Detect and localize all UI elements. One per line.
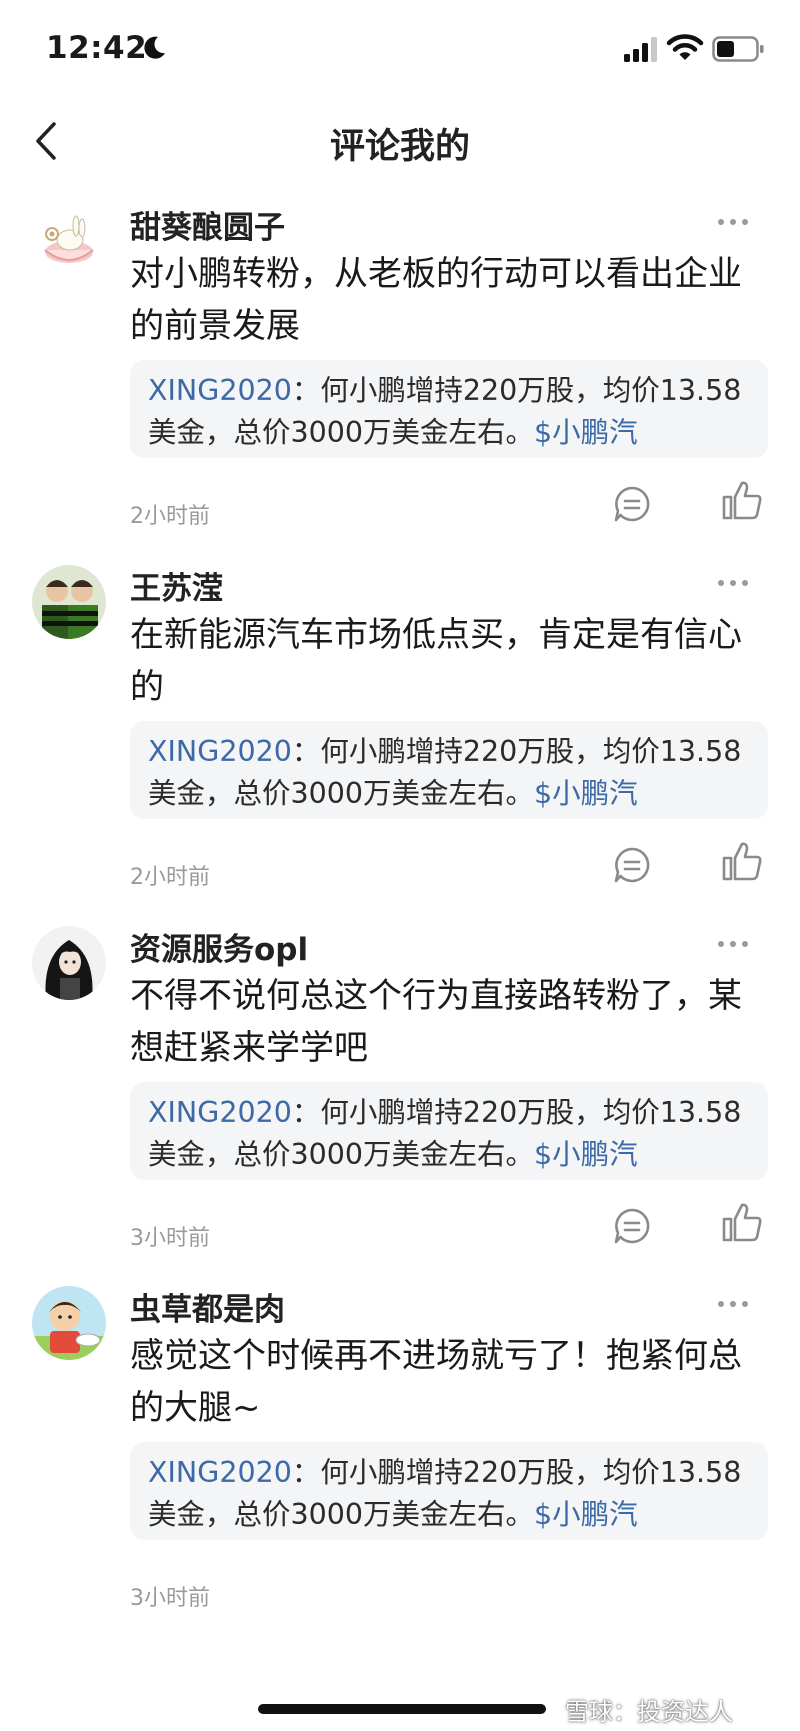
- home-indicator[interactable]: [258, 1704, 546, 1714]
- reply-icon[interactable]: [612, 1206, 652, 1246]
- stock-link[interactable]: $小鹏汽: [534, 1138, 638, 1171]
- more-options-icon[interactable]: [718, 210, 758, 225]
- comment-text: 感觉这个时候再不进场就亏了！抱紧何总的大腿~: [130, 1336, 742, 1428]
- quoted-post[interactable]: XING2020：何小鹏增持220万股，均价13.58美金，总价3000万美金左…: [130, 1442, 768, 1540]
- timestamp: 2小时前: [130, 865, 210, 890]
- comment-item: 王苏滢 在新能源汽车市场低点买，肯定是有信心的 XING2020：何小鹏增持22…: [0, 549, 800, 947]
- comment-item: 虫草都是肉 感觉这个时候再不进场就亏了！抱紧何总的大腿~ XING2020：何小…: [0, 1270, 800, 1668]
- more-options-icon[interactable]: [718, 932, 758, 947]
- avatar[interactable]: [32, 204, 106, 278]
- username[interactable]: 虫草都是肉: [130, 1284, 285, 1329]
- battery-icon: [712, 36, 764, 62]
- more-options-icon[interactable]: [718, 571, 758, 586]
- wifi-icon: [666, 34, 704, 60]
- comment-item: 资源服务opl 不得不说何总这个行为直接路转粉了，某想赶紧来学学吧 XING20…: [0, 910, 800, 1308]
- username[interactable]: 甜葵酿圆子: [130, 202, 285, 247]
- quote-colon: ：: [291, 1096, 321, 1129]
- reply-icon[interactable]: [612, 845, 652, 885]
- stock-link[interactable]: $小鹏汽: [534, 416, 638, 449]
- like-icon[interactable]: [720, 478, 764, 522]
- like-icon[interactable]: [720, 839, 764, 883]
- quote-colon: ：: [291, 374, 321, 407]
- status-time: 12:42: [46, 30, 148, 66]
- nav-bar: 评论我的: [0, 100, 800, 180]
- avatar[interactable]: [32, 926, 106, 1000]
- comment-text: 不得不说何总这个行为直接路转粉了，某想赶紧来学学吧: [130, 976, 742, 1068]
- quoted-author[interactable]: XING2020: [148, 374, 292, 407]
- quoted-post[interactable]: XING2020：何小鹏增持220万股，均价13.58美金，总价3000万美金左…: [130, 1082, 768, 1180]
- quote-colon: ：: [291, 1456, 321, 1489]
- timestamp: 3小时前: [130, 1586, 210, 1611]
- like-icon[interactable]: [720, 1200, 764, 1244]
- avatar[interactable]: [32, 565, 106, 639]
- username[interactable]: 资源服务opl: [130, 924, 308, 969]
- avatar[interactable]: [32, 1286, 106, 1360]
- watermark: 雪球：投资达人: [565, 1698, 733, 1726]
- moon-icon: [144, 36, 165, 59]
- reply-icon[interactable]: [612, 484, 652, 524]
- quoted-post[interactable]: XING2020：何小鹏增持220万股，均价13.58美金，总价3000万美金左…: [130, 360, 768, 458]
- timestamp: 3小时前: [130, 1226, 210, 1251]
- quote-colon: ：: [291, 735, 321, 768]
- stock-link[interactable]: $小鹏汽: [534, 1498, 638, 1531]
- more-options-icon[interactable]: [718, 1292, 758, 1307]
- comment-item: 甜葵酿圆子 对小鹏转粉，从老板的行动可以看出企业的前景发展 XING2020：何…: [0, 188, 800, 586]
- username[interactable]: 王苏滢: [130, 563, 223, 608]
- page-title: 评论我的: [329, 127, 470, 167]
- stock-link[interactable]: $小鹏汽: [534, 777, 638, 810]
- comment-text: 对小鹏转粉，从老板的行动可以看出企业的前景发展: [130, 254, 742, 346]
- timestamp: 2小时前: [130, 504, 210, 529]
- quoted-author[interactable]: XING2020: [148, 1096, 292, 1129]
- signal-icon: [624, 37, 657, 62]
- quoted-author[interactable]: XING2020: [148, 735, 292, 768]
- comment-text: 在新能源汽车市场低点买，肯定是有信心的: [130, 615, 742, 707]
- quoted-author[interactable]: XING2020: [148, 1456, 292, 1489]
- quoted-post[interactable]: XING2020：何小鹏增持220万股，均价13.58美金，总价3000万美金左…: [130, 721, 768, 819]
- status-bar: 12:42: [0, 0, 800, 100]
